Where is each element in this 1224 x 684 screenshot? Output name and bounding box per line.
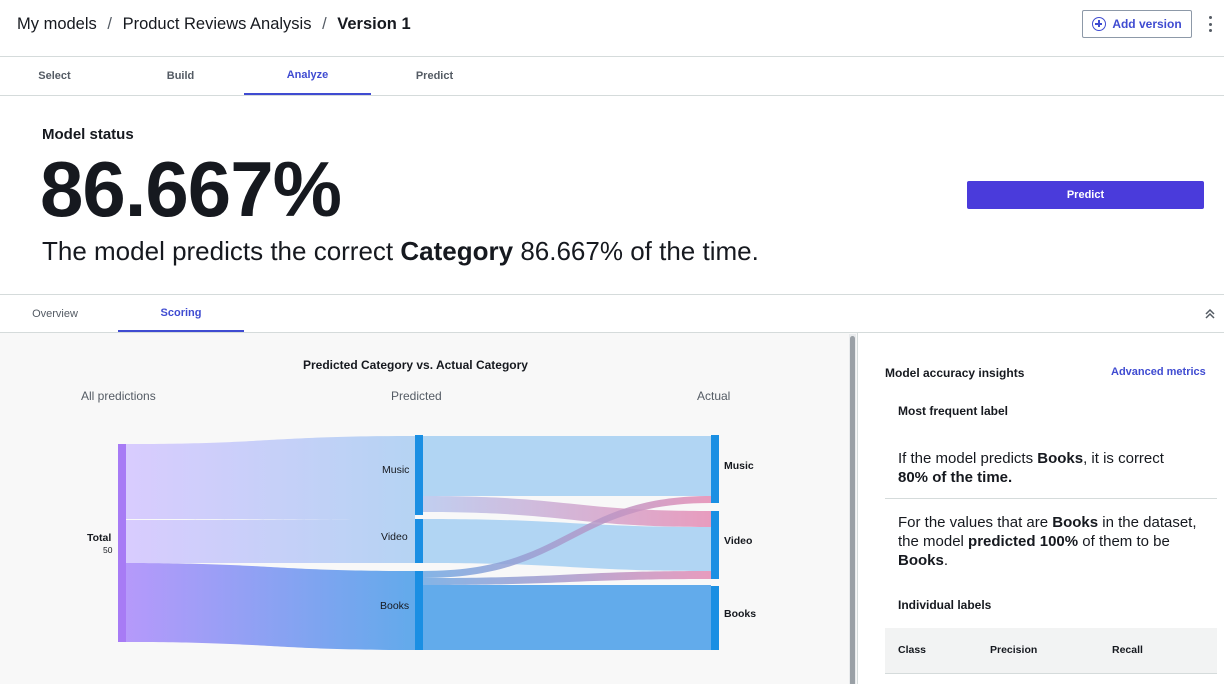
precision-prefix: If the model predicts — [898, 450, 1034, 467]
statement-prefix: The model predicts the correct — [42, 236, 394, 266]
insights-title: Model accuracy insights — [885, 366, 1025, 380]
node-total — [118, 444, 126, 642]
recall-label: Books — [1052, 514, 1099, 531]
node-label-predicted-books: Books — [380, 600, 410, 612]
tab-predict[interactable]: Predict — [371, 57, 498, 95]
node-label-total: Total — [87, 532, 112, 544]
recall-prefix: For the values that are — [898, 514, 1049, 531]
labels-table-header: Class Precision Recall — [885, 628, 1217, 674]
node-predicted-music — [415, 435, 423, 515]
most-frequent-label-heading: Most frequent label — [898, 404, 1009, 418]
column-header-class[interactable]: Class — [898, 644, 926, 656]
precision-label: Books — [1037, 450, 1084, 467]
column-header-recall[interactable]: Recall — [1112, 644, 1143, 656]
recall-value: predicted 100% — [968, 533, 1079, 550]
node-label-actual-video: Video — [724, 535, 753, 547]
node-actual-video — [711, 511, 719, 579]
sub-tabs: Overview Scoring — [0, 294, 1224, 333]
step-tabs: Select Build Analyze Predict — [0, 57, 1224, 96]
node-label-predicted-music: Music — [382, 464, 410, 476]
add-version-label: Add version — [1112, 17, 1182, 31]
breadcrumb-link-product-reviews[interactable]: Product Reviews Analysis — [123, 15, 312, 33]
insights-divider — [885, 498, 1217, 499]
tab-analyze[interactable]: Analyze — [244, 57, 371, 95]
node-label-actual-music: Music — [724, 460, 754, 472]
tab-overview[interactable]: Overview — [0, 295, 118, 332]
model-status-label: Model status — [42, 126, 134, 143]
statement-target: Category — [400, 236, 514, 266]
breadcrumb-separator: / — [107, 15, 112, 33]
precision-insight: If the model predicts Books, it is corre… — [898, 449, 1198, 487]
flow-music-music — [423, 436, 711, 496]
node-predicted-video — [415, 519, 423, 563]
recall-mid2: of them to be — [1082, 533, 1170, 550]
top-bar: My models / Product Reviews Analysis / V… — [0, 0, 1224, 57]
flow-total-books — [125, 563, 415, 650]
tab-scoring[interactable]: Scoring — [118, 295, 244, 332]
flow-books-books — [423, 585, 711, 650]
node-label-actual-books: Books — [724, 608, 757, 620]
advanced-metrics-link[interactable]: Advanced metrics — [1111, 366, 1206, 378]
recall-insight: For the values that are Books in the dat… — [898, 513, 1198, 570]
statement-suffix: 86.667% of the time. — [520, 236, 759, 266]
precision-mid: , it is correct — [1083, 450, 1164, 467]
individual-labels-heading: Individual labels — [898, 598, 992, 612]
predict-button[interactable]: Predict — [967, 181, 1204, 209]
node-value-total: 50 — [103, 545, 113, 555]
node-actual-music — [711, 435, 719, 503]
tab-build[interactable]: Build — [117, 57, 244, 95]
accuracy-value: 86.667% — [40, 145, 342, 233]
tab-select[interactable]: Select — [0, 57, 118, 95]
flow-total-music — [125, 436, 415, 519]
accuracy-statement: The model predicts the correct Category … — [42, 236, 759, 267]
collapse-icon[interactable] — [1203, 307, 1217, 321]
column-header-precision[interactable]: Precision — [990, 644, 1037, 656]
breadcrumb-separator: / — [322, 15, 327, 33]
scrollbar[interactable] — [849, 334, 856, 684]
breadcrumb-current: Version 1 — [337, 15, 411, 33]
breadcrumb-link-my-models[interactable]: My models — [17, 15, 97, 33]
more-options-icon[interactable] — [1206, 16, 1214, 32]
node-actual-books — [711, 586, 719, 650]
plus-circle-icon — [1092, 17, 1107, 31]
scrollbar-thumb[interactable] — [850, 336, 855, 684]
sankey-chart — [118, 435, 719, 650]
recall-label2: Books — [898, 552, 944, 569]
node-label-predicted-video: Video — [381, 531, 408, 543]
node-predicted-books — [415, 571, 423, 650]
precision-value: 80% of the time. — [898, 469, 1013, 486]
add-version-button[interactable]: Add version — [1082, 10, 1192, 38]
recall-suffix: . — [943, 552, 949, 569]
flow-video-video — [423, 519, 711, 571]
breadcrumb: My models / Product Reviews Analysis / V… — [17, 15, 411, 34]
flow-total-video — [125, 519, 415, 563]
